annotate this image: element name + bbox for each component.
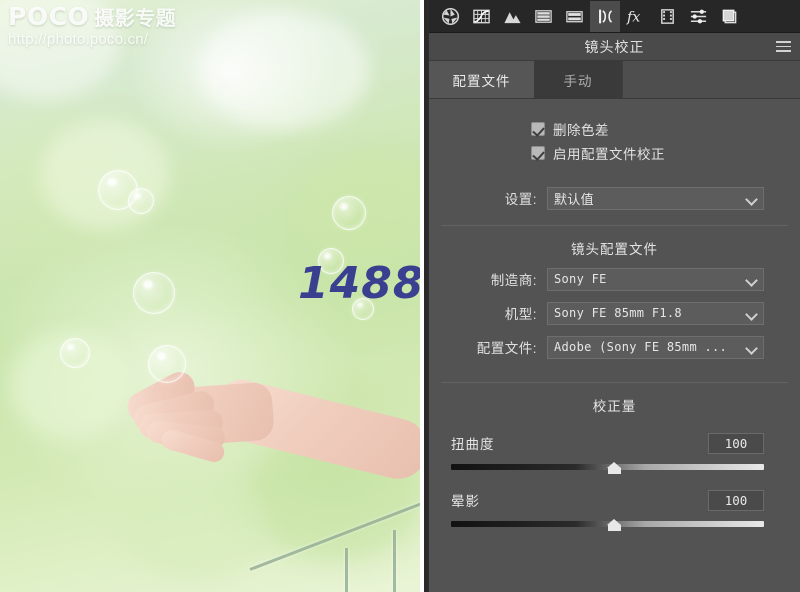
app-root: POCO摄影专题 http://photo.poco.cn/ 148891 <box>0 0 800 592</box>
profile-label: 配置文件: <box>476 341 537 356</box>
lens-correction-panel: fx 镜头校正 配置文件 手动 删除色差 启用配置文件校正 设置: 默认值 镜头… <box>428 0 800 592</box>
slider-distortion-header: 扭曲度 100 <box>451 431 764 455</box>
slider-vignetting-header: 晕影 100 <box>451 488 764 512</box>
detail-sharpen-icon[interactable] <box>528 1 558 32</box>
checkbox-label-enable-profile-correction: 启用配置文件校正 <box>553 147 665 162</box>
soap-bubble <box>148 345 186 383</box>
soap-bubble <box>332 196 366 230</box>
tab-filler <box>622 61 800 98</box>
make-dropdown-value: Sony FE <box>554 272 607 286</box>
lens-correction-icon[interactable] <box>590 0 620 32</box>
panel-body: 删除色差 启用配置文件校正 设置: 默认值 镜头配置文件 制造商: Sony F… <box>429 99 800 531</box>
make-label: 制造商: <box>490 273 537 288</box>
model-label: 机型: <box>504 307 537 322</box>
chevron-down-icon <box>747 310 756 319</box>
slider-distortion-track[interactable] <box>451 462 764 474</box>
bokeh-blob <box>0 0 120 100</box>
correction-amount-heading: 校正量 <box>592 399 637 414</box>
make-row: 制造商: Sony FE <box>429 266 800 292</box>
panel-tabs: 配置文件 手动 <box>429 61 800 99</box>
slider-distortion-label: 扭曲度 <box>451 437 495 452</box>
model-row: 机型: Sony FE 85mm F1.8 <box>429 300 800 326</box>
chevron-down-icon <box>747 195 756 204</box>
svg-text:fx: fx <box>626 9 640 25</box>
setup-label: 设置: <box>504 192 537 207</box>
profile-dropdown[interactable]: Adobe (Sony FE 85mm ... <box>547 335 764 359</box>
image-preview-pane[interactable]: POCO摄影专题 http://photo.poco.cn/ 148891 <box>0 0 428 592</box>
presets-sliders-icon[interactable] <box>683 1 713 32</box>
section-divider <box>441 225 788 226</box>
hand-subject <box>95 290 420 520</box>
panel-toolbar: fx <box>429 0 800 33</box>
hsl-color-icon[interactable] <box>497 1 527 32</box>
setup-dropdown[interactable]: 默认值 <box>547 186 764 210</box>
slider-vignetting: 晕影 100 <box>429 488 800 531</box>
lens-profile-heading: 镜头配置文件 <box>571 242 658 257</box>
section-divider <box>441 382 788 383</box>
chevron-down-icon <box>747 344 756 353</box>
bokeh-blob <box>200 10 370 130</box>
slider-distortion-thumb[interactable] <box>606 459 622 474</box>
slider-distortion: 扭曲度 100 <box>429 431 800 474</box>
checkbox-row-enable-profile-correction[interactable]: 启用配置文件校正 <box>531 141 800 165</box>
checkbox-label-remove-chromatic-aberration: 删除色差 <box>553 123 609 138</box>
tab-profile[interactable]: 配置文件 <box>429 61 534 98</box>
tab-manual[interactable]: 手动 <box>534 61 622 98</box>
soap-bubble <box>60 338 90 368</box>
split-toning-icon[interactable] <box>559 1 589 32</box>
slider-distortion-value[interactable]: 100 <box>708 432 764 454</box>
photo-canvas[interactable]: POCO摄影专题 http://photo.poco.cn/ 148891 <box>0 0 420 592</box>
profile-row: 配置文件: Adobe (Sony FE 85mm ... <box>429 334 800 360</box>
checkbox-enable-profile-correction[interactable] <box>531 146 545 160</box>
camera-calibration-icon[interactable] <box>652 1 682 32</box>
panel-titlebar: 镜头校正 <box>429 33 800 61</box>
railing-post <box>345 548 348 592</box>
soap-bubble <box>128 188 154 214</box>
snapshots-layers-icon[interactable] <box>714 1 744 32</box>
chevron-down-icon <box>747 276 756 285</box>
hamburger-menu-icon[interactable] <box>776 41 791 52</box>
slider-vignetting-label: 晕影 <box>451 494 480 509</box>
make-dropdown[interactable]: Sony FE <box>547 267 764 291</box>
basic-panel-icon[interactable] <box>435 1 465 32</box>
setup-row: 设置: 默认值 <box>429 185 800 211</box>
tone-curve-icon[interactable] <box>466 1 496 32</box>
slider-vignetting-value[interactable]: 100 <box>708 489 764 511</box>
checkbox-row-remove-chromatic-aberration[interactable]: 删除色差 <box>531 117 800 141</box>
model-dropdown-value: Sony FE 85mm F1.8 <box>554 306 682 320</box>
model-dropdown[interactable]: Sony FE 85mm F1.8 <box>547 301 764 325</box>
checkbox-remove-chromatic-aberration[interactable] <box>531 122 545 136</box>
railing-post <box>393 530 396 592</box>
effects-fx-icon[interactable]: fx <box>621 1 651 32</box>
page-title: 镜头校正 <box>584 38 645 55</box>
profile-dropdown-value: Adobe (Sony FE 85mm ... <box>554 340 728 354</box>
setup-dropdown-value: 默认值 <box>554 191 594 207</box>
overlay-number: 148891 <box>298 258 420 309</box>
slider-vignetting-track[interactable] <box>451 519 764 531</box>
slider-vignetting-thumb[interactable] <box>606 516 622 531</box>
soap-bubble <box>133 272 175 314</box>
